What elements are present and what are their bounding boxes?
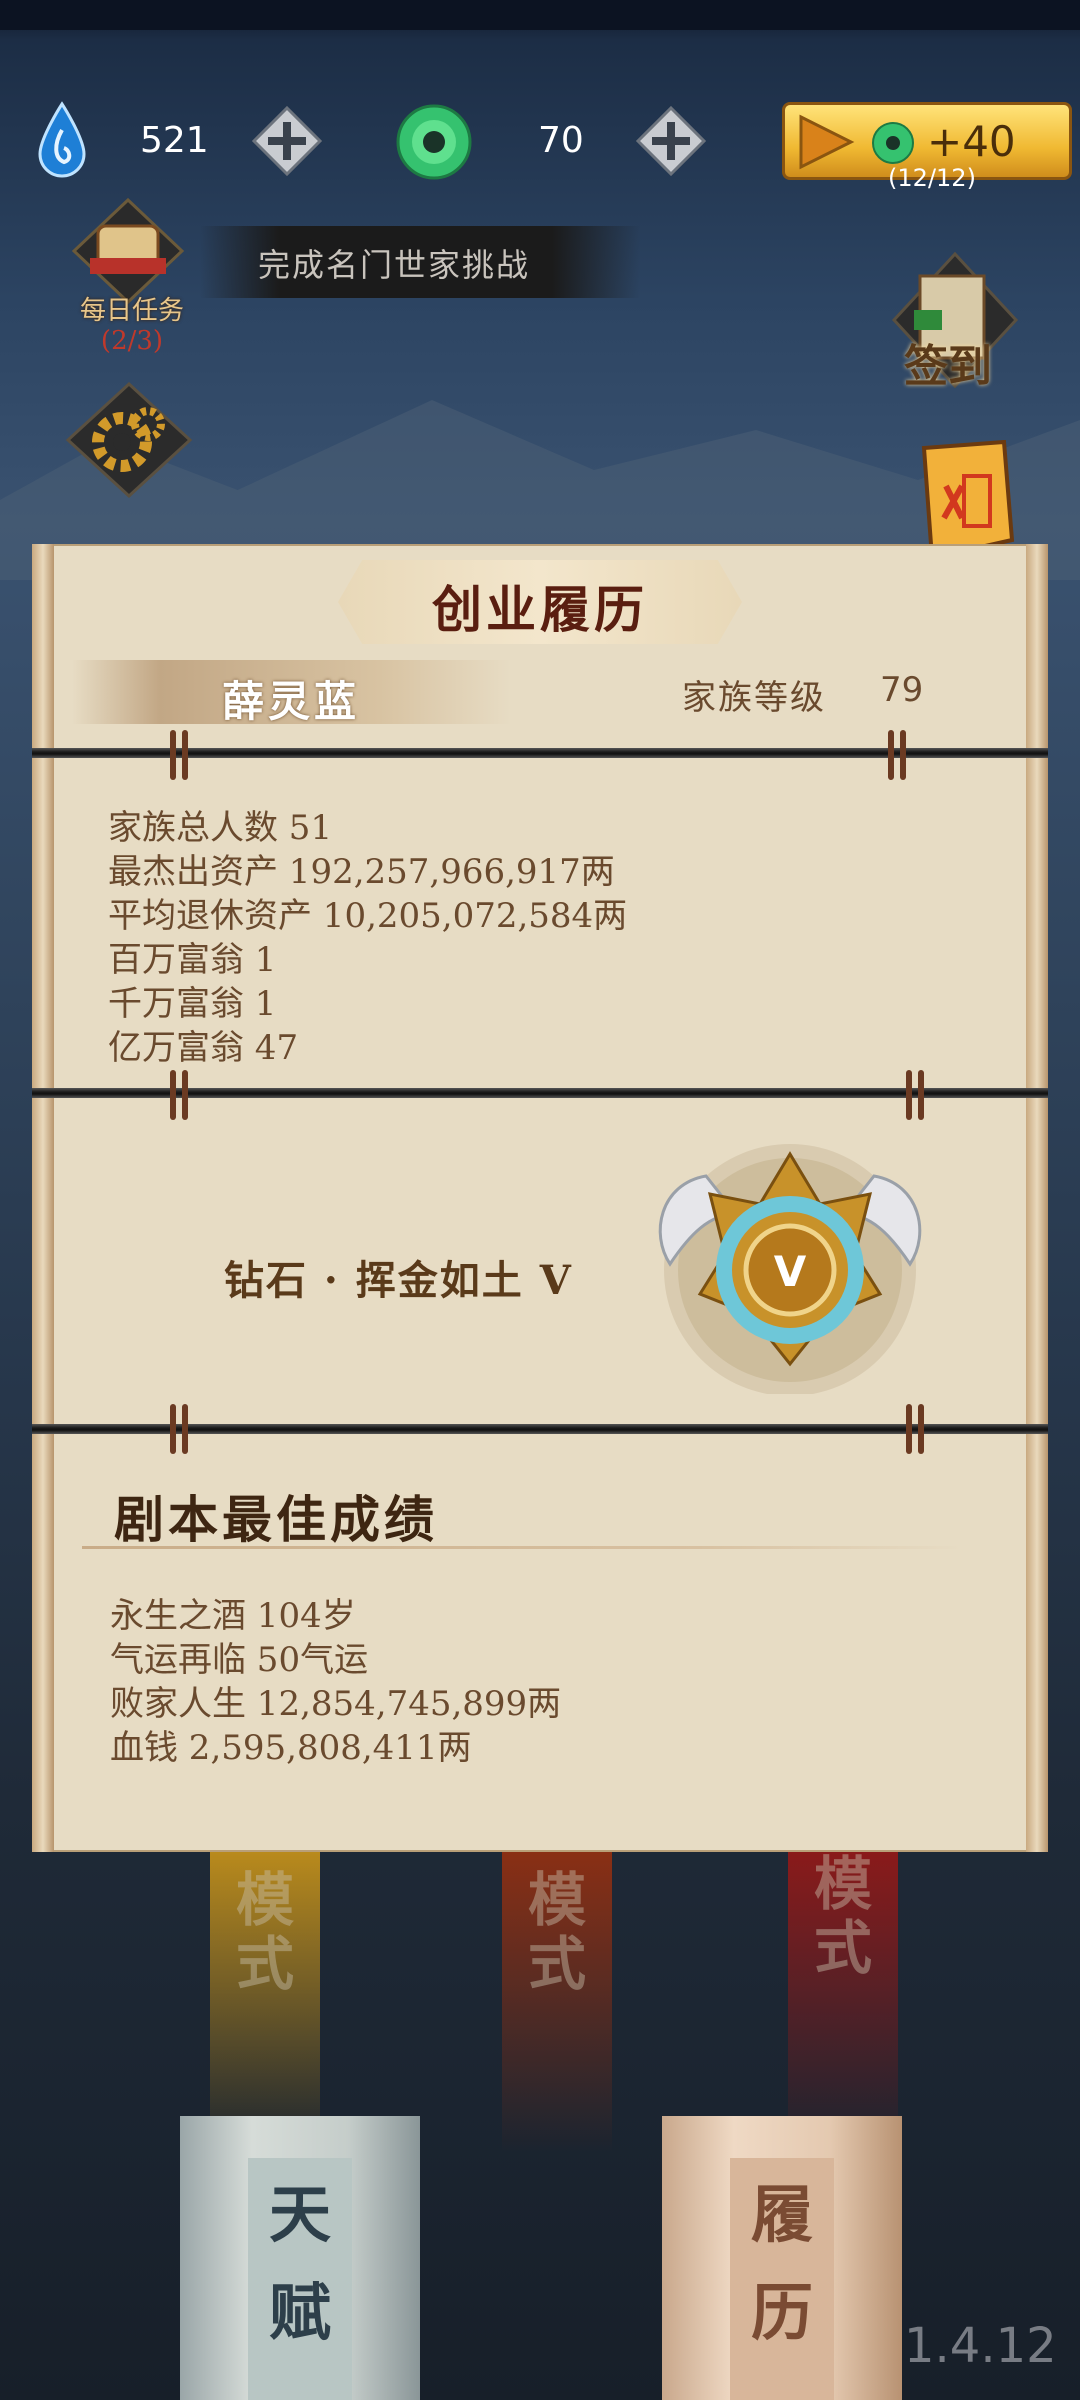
divider-clip: [886, 730, 910, 780]
mode-banner-text: 模式: [813, 1850, 872, 1982]
player-name: 薛灵蓝: [222, 677, 361, 726]
diamond-rank-badge-icon: V: [658, 1144, 922, 1394]
daily-task-label[interactable]: 每日任务: [62, 290, 202, 327]
divider-clip: [168, 730, 192, 780]
daily-task-progress: (2/3): [100, 326, 164, 356]
stat-millionaire: 百万富翁 1: [108, 940, 277, 980]
history-char: 历: [750, 2276, 813, 2349]
divider-clip: [904, 1070, 928, 1120]
stat-ten-millionaire: 千万富翁 1: [108, 984, 277, 1024]
family-level-label: 家族等级: [682, 678, 826, 718]
best-results-title: 剧本最佳成绩: [114, 1490, 438, 1549]
badge-letter: V: [774, 1247, 807, 1296]
mode-banner-text: 模式: [527, 1866, 586, 1998]
family-level-value: 79: [880, 670, 924, 710]
scroll-edge-right: [1026, 544, 1048, 1852]
stat-avg-retire: 平均退休资产 10,205,072,584两: [108, 896, 628, 936]
best-immortal-wine: 永生之酒 104岁: [110, 1596, 356, 1636]
best-blood-money: 血钱 2,595,808,411两: [110, 1728, 472, 1768]
best-fortune-return: 气运再临 50气运: [110, 1640, 369, 1680]
scroll-edge-left: [32, 544, 54, 1852]
version-label: 1.4.12: [904, 2318, 1057, 2374]
jade-coin-icon: [872, 122, 914, 164]
stat-family-total: 家族总人数 51: [108, 808, 333, 848]
stat-billionaire: 亿万富翁 47: [108, 1028, 299, 1068]
history-button[interactable]: 履 历: [662, 2116, 902, 2400]
history-char: 履: [750, 2178, 813, 2251]
energy-value: 521: [140, 120, 209, 161]
add-jade-button[interactable]: [636, 106, 706, 176]
history-card-inner: 履 历: [730, 2158, 834, 2400]
talent-button[interactable]: 天 赋: [180, 2116, 420, 2400]
talent-card-inner: 天 赋: [248, 2158, 352, 2400]
best-prodigal-life: 败家人生 12,854,745,899两: [110, 1684, 562, 1724]
play-icon: [799, 114, 855, 170]
talent-char: 赋: [268, 2276, 331, 2349]
signin-label[interactable]: 签到: [904, 330, 992, 394]
stat-top-asset: 最杰出资产 192,257,966,917两: [108, 852, 615, 892]
talent-char: 天: [268, 2178, 331, 2251]
panel-title: 创业履历: [432, 580, 648, 639]
add-energy-button[interactable]: [252, 106, 322, 176]
rank-title: 钻石 · 挥金如土 V: [224, 1257, 573, 1304]
divider-clip: [904, 1404, 928, 1454]
jade-value: 70: [538, 120, 584, 161]
divider-clip: [168, 1404, 192, 1454]
status-strip: [0, 0, 1080, 30]
gear-icon[interactable]: [64, 380, 194, 500]
jade-coin-icon: [396, 104, 472, 180]
divider-clip: [168, 1070, 192, 1120]
watch-ad-reward: +40: [927, 117, 1016, 166]
best-results-underline: [82, 1546, 962, 1549]
watch-ad-count: (12/12): [888, 164, 976, 192]
task-banner-text: 完成名门世家挑战: [258, 246, 531, 284]
mode-banner-text: 模式: [235, 1866, 294, 1998]
water-drop-icon: [38, 101, 86, 178]
